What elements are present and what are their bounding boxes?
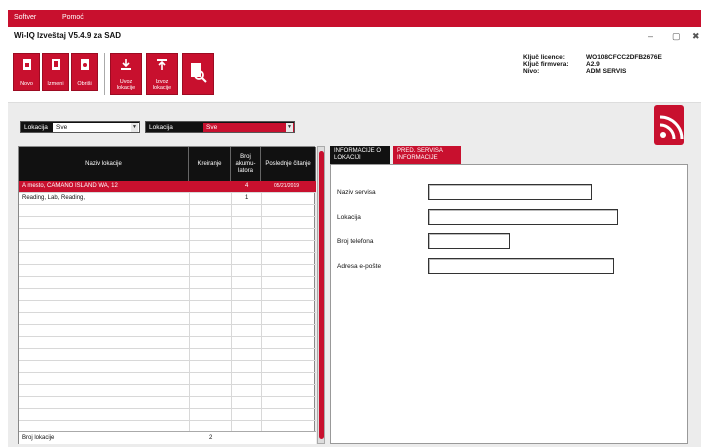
tab-service-info[interactable]: PRED. SERVISA INFORMACIJE <box>393 146 461 164</box>
edit-button[interactable]: Izmeni <box>42 53 69 91</box>
empty-table-row <box>19 229 316 241</box>
col-header-naziv[interactable]: Naziv lokacije <box>19 147 189 181</box>
label-lokacija: Lokacija <box>337 214 361 221</box>
phone-input[interactable] <box>428 233 510 249</box>
table-row[interactable]: A mesto, CAMANO ISLAND WA, 12 4 05/21/20… <box>19 181 316 193</box>
empty-table-row <box>19 205 316 217</box>
tab-location-info[interactable]: INFORMACIJE O LOKACIJI <box>330 146 390 164</box>
close-button[interactable]: ✖ <box>692 31 700 42</box>
location-input[interactable] <box>428 209 618 225</box>
license-labels: Ključ licence: Ključ firmvera: Nivo: <box>523 54 569 75</box>
minimize-button[interactable]: – <box>648 31 653 41</box>
chevron-down-icon: ▼ <box>286 123 293 132</box>
col-header-poslednje[interactable]: Poslednje čitanje <box>261 147 316 181</box>
location-filter-2-value: Sve <box>203 123 294 132</box>
empty-table-row <box>19 325 316 337</box>
new-button[interactable]: Novo <box>13 53 40 91</box>
empty-table-row <box>19 217 316 229</box>
menu-pomoc[interactable]: Pomoć <box>62 14 84 21</box>
empty-table-row <box>19 397 316 409</box>
label-naziv-servisa: Naziv servisa <box>337 189 376 196</box>
label-broj-telefona: Broj telefona <box>337 238 374 245</box>
empty-table-row <box>19 409 316 421</box>
empty-table-row <box>19 277 316 289</box>
import-icon <box>121 59 131 70</box>
empty-table-row <box>19 313 316 325</box>
toolbar-separator <box>104 53 105 95</box>
wifi-logo <box>654 105 684 145</box>
label-email: Adresa e-pošte <box>337 263 382 270</box>
empty-table-row <box>19 373 316 385</box>
report-button[interactable] <box>182 53 214 95</box>
empty-table-row <box>19 253 316 265</box>
empty-table-row <box>19 301 316 313</box>
location-filter-1[interactable]: Lokacija Sve ▼ <box>20 121 140 133</box>
service-name-input[interactable] <box>428 184 592 200</box>
title-bar: Wi-IQ Izveštaj V5.4.9 za SAD – ▢ ✖ <box>8 27 701 47</box>
export-button[interactable]: Izvoz lokacije <box>146 53 178 95</box>
delete-doc-icon <box>80 59 89 70</box>
location-filter-2[interactable]: Lokacija Sve ▼ <box>145 121 295 133</box>
delete-button[interactable]: Obriši <box>71 53 98 91</box>
chevron-down-icon: ▼ <box>131 123 138 132</box>
col-header-kreiranje[interactable]: Kreiranje <box>189 147 231 181</box>
search-report-icon <box>191 63 207 83</box>
table-row[interactable]: Reading, Lab, Reading, 1 <box>19 193 316 205</box>
table-scrollbar[interactable] <box>317 146 325 444</box>
license-values: WO108CFCC2DFB2676E A2.9 ADM SERVIS <box>586 54 662 75</box>
footer-count: 2 <box>209 435 213 441</box>
table-footer: Broj lokacije 2 <box>19 431 316 444</box>
locations-table: Naziv lokacije Kreiranje Broj akumu- lat… <box>18 146 316 444</box>
email-input[interactable] <box>428 258 614 274</box>
service-info-panel: Naziv servisa Lokacija Broj telefona Adr… <box>330 164 688 444</box>
export-icon <box>157 59 167 70</box>
edit-doc-icon <box>51 59 60 70</box>
empty-table-row <box>19 241 316 253</box>
menu-softver[interactable]: Softver <box>14 14 36 21</box>
new-doc-icon <box>22 59 31 70</box>
maximize-button[interactable]: ▢ <box>672 31 681 42</box>
empty-table-row <box>19 289 316 301</box>
col-header-broj[interactable]: Broj akumu- latora <box>231 147 261 181</box>
location-filter-1-value: Sve <box>53 123 139 132</box>
import-button[interactable]: Uvoz lokacije <box>110 53 142 95</box>
empty-table-row <box>19 265 316 277</box>
wifi-logo-icon <box>659 115 684 140</box>
window-title: Wi-IQ Izveštaj V5.4.9 za SAD <box>14 31 122 40</box>
empty-table-row <box>19 361 316 373</box>
empty-table-row <box>19 337 316 349</box>
menu-bar: Softver Pomoć <box>8 10 701 27</box>
empty-table-row <box>19 385 316 397</box>
empty-table-row <box>19 349 316 361</box>
footer-label: Broj lokacije <box>22 435 55 441</box>
scrollbar-thumb[interactable] <box>319 151 324 439</box>
